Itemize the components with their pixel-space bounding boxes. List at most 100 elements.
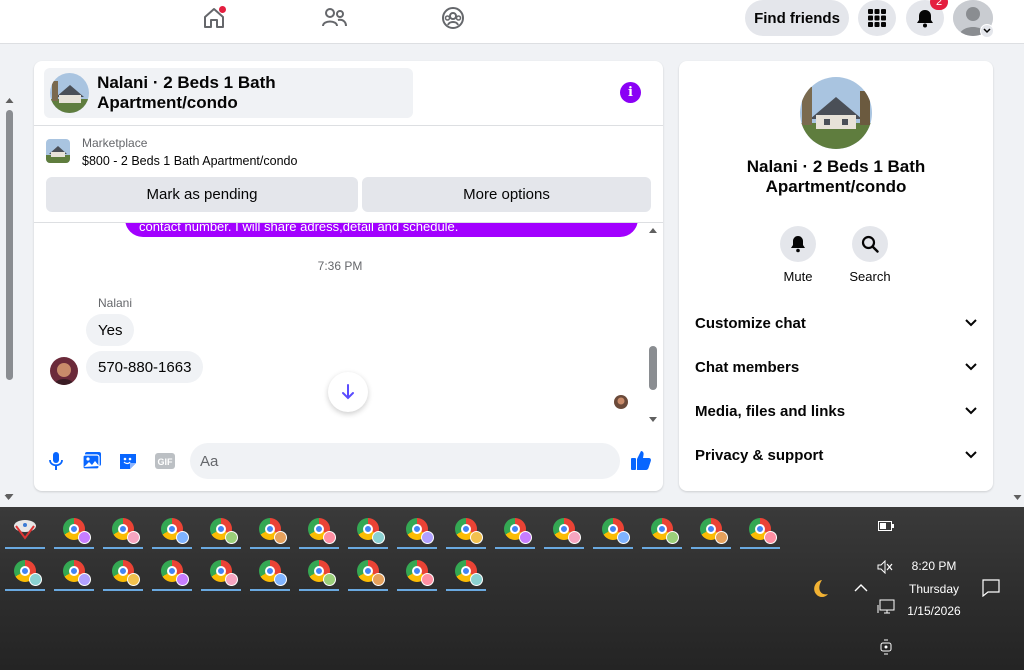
chrome-icon bbox=[63, 560, 91, 586]
chrome-icon bbox=[700, 518, 728, 544]
taskbar-chrome-window[interactable] bbox=[299, 509, 339, 549]
taskbar-chrome-window[interactable] bbox=[348, 509, 388, 549]
clock-date[interactable]: 1/15/2026 bbox=[900, 604, 968, 618]
message-timestamp: 7:36 PM bbox=[317, 259, 363, 273]
chrome-icon bbox=[553, 518, 581, 544]
profile-badge bbox=[323, 573, 336, 586]
notifications-button[interactable]: 2 bbox=[906, 0, 948, 36]
taskbar-chrome-window[interactable] bbox=[446, 551, 486, 591]
microphone-icon[interactable] bbox=[46, 451, 66, 471]
running-indicator bbox=[397, 547, 437, 549]
running-indicator bbox=[54, 547, 94, 549]
chevron-up-icon[interactable] bbox=[854, 583, 868, 593]
friends-icon[interactable] bbox=[319, 4, 349, 32]
chrome-icon bbox=[210, 560, 238, 586]
search-button[interactable] bbox=[852, 226, 888, 262]
taskbar-chrome-window[interactable] bbox=[152, 509, 192, 549]
account-chevron-icon[interactable] bbox=[980, 24, 994, 38]
section-privacy-support[interactable]: Privacy & support bbox=[695, 437, 977, 473]
listing-thumbnail[interactable] bbox=[46, 139, 70, 163]
running-indicator bbox=[544, 547, 584, 549]
more-options-button[interactable]: More options bbox=[362, 177, 651, 212]
profile-badge bbox=[568, 531, 581, 544]
sticker-icon[interactable] bbox=[118, 451, 138, 471]
menu-grid-icon bbox=[868, 9, 886, 27]
taskbar-chrome-window[interactable] bbox=[250, 509, 290, 549]
taskbar-chrome-window[interactable] bbox=[495, 509, 535, 549]
incoming-message: 570-880-1663 bbox=[86, 351, 204, 383]
taskbar-chrome-window[interactable] bbox=[54, 551, 94, 591]
clock-day[interactable]: Thursday bbox=[900, 582, 968, 596]
info-icon[interactable]: i bbox=[620, 82, 641, 103]
listing-price[interactable]: $800 - 2 Beds 1 Bath Apartment/condo bbox=[82, 154, 297, 168]
taskbar-chrome-window[interactable] bbox=[446, 509, 486, 549]
gif-icon[interactable]: GIF bbox=[154, 451, 176, 471]
taskbar-chrome-window[interactable] bbox=[103, 509, 143, 549]
chat-header[interactable]: Nalani · 2 Beds 1 Bath Apartment/condo bbox=[44, 68, 413, 118]
chrome-icon bbox=[308, 518, 336, 544]
chevron-down-icon bbox=[965, 407, 977, 415]
taskbar-chrome-window[interactable] bbox=[201, 551, 241, 591]
svg-text:GIF: GIF bbox=[158, 457, 174, 467]
taskbar-chrome-window[interactable] bbox=[397, 509, 437, 549]
clock-time[interactable]: 8:20 PM bbox=[900, 559, 968, 573]
battery-icon[interactable] bbox=[878, 521, 894, 531]
taskbar-chrome-window[interactable] bbox=[103, 551, 143, 591]
profile-badge bbox=[176, 531, 189, 544]
taskbar-chrome-window[interactable] bbox=[299, 551, 339, 591]
page-scrollbar[interactable] bbox=[4, 96, 14, 502]
taskbar-chrome-window[interactable] bbox=[642, 509, 682, 549]
messages-scrollbar-thumb[interactable] bbox=[649, 346, 657, 390]
section-chat-members[interactable]: Chat members bbox=[695, 349, 977, 385]
listing-avatar-large[interactable] bbox=[800, 77, 872, 149]
taskbar-chrome-window[interactable] bbox=[593, 509, 633, 549]
page-scroll-down-arrow-icon[interactable] bbox=[1013, 494, 1022, 502]
taskbar-app-pinned[interactable] bbox=[5, 509, 45, 549]
taskbar-chrome-window[interactable] bbox=[348, 551, 388, 591]
moon-icon[interactable] bbox=[806, 577, 830, 601]
section-media-files-links[interactable]: Media, files and links bbox=[695, 393, 977, 429]
notification-center-icon[interactable] bbox=[982, 579, 1000, 597]
taskbar-chrome-window[interactable] bbox=[397, 551, 437, 591]
sender-avatar[interactable] bbox=[50, 357, 78, 385]
mute-action[interactable]: Mute bbox=[768, 226, 828, 284]
running-indicator bbox=[740, 547, 780, 549]
taskbar-chrome-window[interactable] bbox=[250, 551, 290, 591]
photo-icon[interactable] bbox=[82, 451, 102, 471]
taskbar-chrome-window[interactable] bbox=[544, 509, 584, 549]
thumbs-up-icon[interactable] bbox=[630, 449, 652, 471]
messages-scroll-down-icon[interactable] bbox=[648, 416, 658, 424]
taskbar-chrome-window[interactable] bbox=[54, 509, 94, 549]
section-customize-chat[interactable]: Customize chat bbox=[695, 305, 977, 341]
running-indicator bbox=[152, 589, 192, 591]
running-indicator bbox=[152, 547, 192, 549]
marketplace-card: Marketplace $800 - 2 Beds 1 Bath Apartme… bbox=[34, 125, 663, 223]
taskbar-chrome-window[interactable] bbox=[691, 509, 731, 549]
taskbar-chrome-window[interactable] bbox=[740, 509, 780, 549]
home-icon[interactable] bbox=[199, 4, 229, 32]
taskbar-chrome-window[interactable] bbox=[201, 509, 241, 549]
taskbar-chrome-window[interactable] bbox=[5, 551, 45, 591]
device-icon[interactable] bbox=[879, 639, 893, 655]
network-icon[interactable] bbox=[877, 599, 895, 615]
taskbar-chrome-window[interactable] bbox=[152, 551, 192, 591]
menu-button[interactable] bbox=[858, 0, 896, 36]
find-friends-button[interactable]: Find friends bbox=[745, 0, 849, 36]
search-action[interactable]: Search bbox=[840, 226, 900, 284]
mark-as-pending-button[interactable]: Mark as pending bbox=[46, 177, 358, 212]
scroll-to-bottom-button[interactable] bbox=[328, 372, 368, 412]
page-scrollbar-thumb[interactable] bbox=[6, 110, 13, 380]
volume-muted-icon[interactable] bbox=[877, 560, 893, 574]
chevron-down-icon bbox=[965, 363, 977, 371]
messages-scroll-up-icon[interactable] bbox=[648, 226, 658, 234]
groups-icon[interactable] bbox=[438, 4, 468, 32]
mute-button[interactable] bbox=[780, 226, 816, 262]
profile-badge bbox=[421, 573, 434, 586]
scroll-up-arrow-icon[interactable] bbox=[5, 96, 14, 104]
chrome-icon bbox=[406, 518, 434, 544]
chrome-icon bbox=[651, 518, 679, 544]
profile-badge bbox=[421, 531, 434, 544]
message-input-box[interactable] bbox=[190, 443, 620, 479]
message-input[interactable] bbox=[190, 443, 570, 479]
left-scroll-down-arrow-icon[interactable] bbox=[4, 494, 13, 502]
